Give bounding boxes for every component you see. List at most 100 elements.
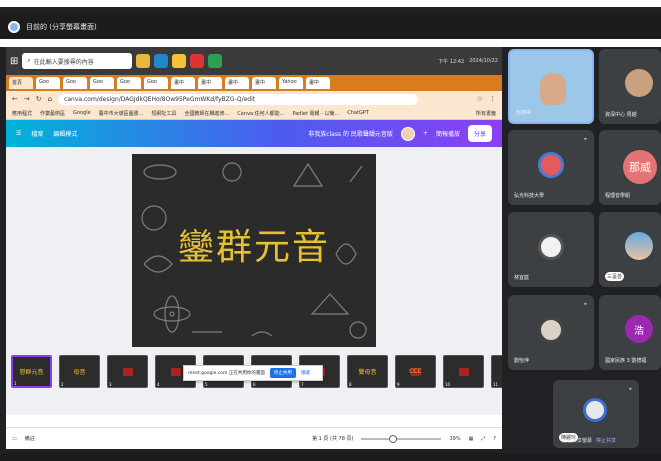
thumbnail-label: 雙母音	[358, 369, 377, 376]
hide-button[interactable]: 隱藏	[301, 370, 310, 376]
star-icon[interactable]: ☆	[477, 95, 483, 103]
browser-tab[interactable]: Goo	[90, 77, 114, 89]
browser-tab[interactable]: 畫中	[225, 77, 249, 89]
bookmark-item[interactable]: Padlet 電報 - 以簡...	[292, 110, 339, 117]
participant-tile[interactable]: 林宜庭	[508, 212, 594, 287]
canva-file-menu[interactable]: 檔案	[31, 129, 43, 138]
browser-tab[interactable]: 畫中	[171, 77, 195, 89]
participant-tile[interactable]: 伍陳亭	[508, 49, 594, 124]
app-icon[interactable]	[208, 54, 223, 68]
bookmark-item[interactable]: 全國教師在職進修...	[184, 110, 229, 117]
files-app-icon[interactable]	[172, 54, 187, 68]
bookmark-item[interactable]: Google	[73, 110, 91, 116]
reload-icon[interactable]: ↻	[36, 95, 42, 103]
toast-text: meet.google.com 正在共用你的畫面	[188, 371, 265, 376]
canva-present-button[interactable]: 簡報播放	[436, 129, 460, 138]
participant-tile[interactable]: 那威 程理音學組	[599, 130, 661, 205]
participant-name: 弘光科技大學	[514, 193, 545, 199]
stop-sharing-link[interactable]: 停止共享	[596, 437, 616, 444]
slide-thumbnail[interactable]: 11	[491, 355, 502, 388]
home-icon[interactable]: ⌂	[48, 95, 52, 103]
system-tray: 下午 12:42 2024/10/22	[438, 58, 498, 65]
forward-icon[interactable]: →	[24, 95, 30, 103]
participant-avatar	[538, 317, 564, 343]
pin-icon[interactable]: ⌖	[629, 386, 632, 394]
meet-title-bar: 目前的 (分享螢幕畫面)	[0, 14, 661, 39]
current-slide[interactable]: 鑾群元音	[132, 154, 376, 347]
bookmark-item[interactable]: 應用程式	[12, 110, 32, 117]
all-bookmarks[interactable]: 所有書籤	[476, 110, 496, 117]
zoom-slider-knob[interactable]	[389, 434, 398, 443]
participant-tile[interactable]: ⌖ 弘光科技大學	[508, 130, 594, 205]
slide-thumbnail[interactable]: 母音 2	[59, 355, 100, 388]
slide-thumbnail[interactable]: 3	[107, 355, 148, 388]
back-icon[interactable]: ←	[12, 95, 18, 103]
edge-app-icon[interactable]	[154, 54, 169, 68]
clock: 下午 12:42	[438, 58, 465, 65]
add-icon[interactable]: +	[423, 130, 428, 137]
browser-tab[interactable]: 首頁	[9, 77, 33, 89]
participant-avatar	[625, 69, 653, 97]
help-icon[interactable]: ?	[493, 436, 496, 442]
pin-icon[interactable]: ⌖	[584, 301, 587, 309]
grid-view-icon[interactable]: ▦	[469, 436, 474, 442]
bookmark-item[interactable]: ChatGPT	[347, 110, 369, 116]
participant-tile[interactable]: 資深中心 周越	[599, 49, 661, 124]
bookmarks-bar: 應用程式 作業藝術區 Google 臺中市大墩區圖書... 短網址工具 全國教師在職進修.…	[6, 107, 502, 120]
windows-start-icon[interactable]: ⊞	[10, 56, 18, 67]
browser-tab[interactable]: 畫中	[252, 77, 276, 89]
participant-tile[interactable]: 三呈芸	[599, 212, 661, 287]
thumbnail-number: 4	[157, 382, 160, 387]
notes-icon[interactable]: ▭	[12, 436, 17, 442]
browser-tab[interactable]: Goo	[117, 77, 141, 89]
slide-thumbnail[interactable]: 10	[443, 355, 484, 388]
pin-icon[interactable]: ⌖	[584, 136, 587, 144]
canva-edit-mode[interactable]: 編輯模式	[53, 129, 77, 138]
slide-thumbnail[interactable]: 雙母音 8	[347, 355, 388, 388]
participant-tile[interactable]: ⌖ 劉怡萍	[508, 295, 594, 370]
participant-name: 伍陳亭	[516, 110, 532, 116]
taskbar-search[interactable]: ⌕ 在此輸入要搜尋的內容	[22, 53, 133, 69]
thumbnail-graphic	[458, 367, 469, 376]
slide-thumbnail[interactable]: CCC 9	[395, 355, 436, 388]
participant-avatar	[625, 232, 653, 260]
participant-name: 劉怡萍	[514, 358, 530, 364]
notes-label[interactable]: 備註	[25, 435, 35, 442]
sharing-label: 正在共享螢幕	[562, 438, 593, 444]
app-icon[interactable]	[190, 54, 205, 68]
slide-thumbnail[interactable]: 戀群元音 1	[11, 355, 52, 388]
canva-doc-title[interactable]: 非我族class 的 民歌聲韻元音版	[308, 129, 393, 138]
participant-avatar	[538, 152, 564, 178]
canva-share-button[interactable]: 分享	[467, 125, 492, 142]
bookmark-item[interactable]: 臺中市大墩區圖書...	[99, 110, 144, 117]
thumbnail-label: CCC	[409, 368, 422, 375]
browser-tab[interactable]: Goo	[36, 77, 60, 89]
browser-tab[interactable]: Goo	[63, 77, 87, 89]
meet-logo-icon	[8, 20, 20, 33]
fullscreen-icon[interactable]: ⤢	[481, 436, 485, 442]
shared-screen: ⊞ ⌕ 在此輸入要搜尋的內容 下午 12:42 2024/10/22 首頁 Goo…	[6, 47, 502, 449]
meet-bottom-bar	[0, 453, 661, 461]
bookmark-item[interactable]: 作業藝術區	[40, 110, 65, 117]
bookmark-item[interactable]: 短網址工具	[151, 110, 176, 117]
stop-sharing-button[interactable]: 停止共用	[269, 368, 296, 378]
browser-tab[interactable]: Goo	[144, 77, 168, 89]
thumbnail-graphic	[122, 367, 133, 376]
canva-statusbar: ▭ 備註 第 1 頁 (共 78 頁) 39% ▦ ⤢ ?	[6, 427, 502, 449]
thumbnail-number: 9	[397, 382, 400, 387]
browser-tab[interactable]: 畫中	[198, 77, 222, 89]
participant-tile[interactable]: 浩 國家民族 3 劉禮福	[599, 295, 661, 370]
menu-icon[interactable]: ⋮	[489, 95, 496, 103]
url-bar[interactable]: canva.com/design/DAGJdkQEHo/8Ow95PeGmWKd…	[58, 93, 419, 105]
participant-name: 資深中心 周越	[605, 112, 637, 118]
canva-menu-icon[interactable]: ☰	[16, 130, 21, 137]
browser-tab[interactable]: Yahoo	[279, 77, 303, 89]
participant-initial-avatar: 那威	[623, 150, 657, 184]
participant-avatar	[538, 234, 564, 260]
chrome-app-icon[interactable]	[136, 54, 151, 68]
sharing-status: 正在共享螢幕 停止共享	[562, 437, 616, 444]
bookmark-item[interactable]: Canva:任何人都能...	[237, 110, 284, 117]
user-avatar[interactable]	[400, 126, 415, 141]
zoom-slider[interactable]	[361, 434, 442, 443]
browser-tab[interactable]: 畫中	[306, 77, 330, 89]
